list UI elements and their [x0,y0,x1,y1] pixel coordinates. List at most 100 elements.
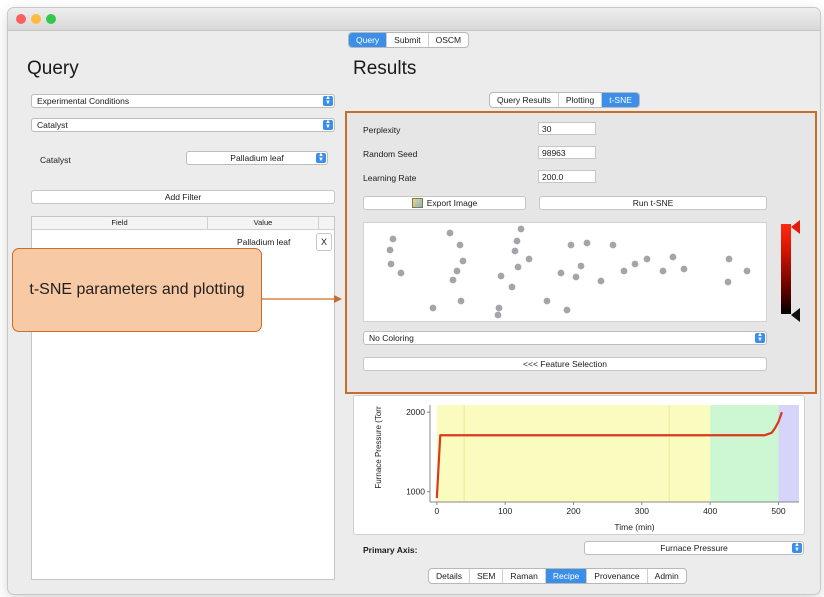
coloring-select-value: No Coloring [369,333,414,343]
minimize-window-button[interactable] [31,14,41,24]
condition-select-value: Experimental Conditions [37,96,130,106]
tsne-point [583,239,591,247]
x-tick-label: 500 [771,506,785,516]
column-header-value[interactable]: Value [208,218,318,227]
tsne-point [631,260,639,268]
phase-region [778,405,799,502]
random-seed-label: Random Seed [363,149,418,159]
coloring-select[interactable]: No Coloring ▲ ▼ [363,331,767,345]
filter-label: Catalyst [40,155,71,165]
tab-query-results[interactable]: Query Results [490,93,559,107]
run-tsne-button[interactable]: Run t-SNE [539,196,767,210]
tab-raman[interactable]: Raman [503,569,546,583]
chevron-updown-icon: ▲ ▼ [316,152,326,163]
x-tick-label: 200 [566,506,580,516]
tsne-point [511,247,519,255]
results-title: Results [353,58,417,79]
color-scale-bar [781,224,791,314]
title-bar [8,8,820,31]
pressure-chart[interactable]: 0 100 200 300 400 500 1000 2000 Time (min) Furnac… [354,396,804,534]
tab-submit[interactable]: Submit [387,33,429,47]
tab-provenance[interactable]: Provenance [587,569,648,583]
y-tick-label: 1000 [406,487,425,497]
tab-admin[interactable]: Admin [648,569,686,583]
tsne-point [508,283,516,291]
tab-tsne[interactable]: t-SNE [602,93,639,107]
random-seed-input[interactable]: 98963 [538,146,596,159]
chevron-updown-icon: ▲ ▼ [323,95,333,106]
perplexity-input[interactable]: 30 [538,122,596,135]
detail-tabs: Details SEM Raman Recipe Provenance Admi… [428,568,687,584]
tsne-point [517,225,525,233]
category-select[interactable]: Catalyst ▲ ▼ [31,118,335,132]
filter-value: Palladium leaf [230,153,284,163]
color-max-handle[interactable] [791,220,800,234]
tsne-point [513,237,521,245]
close-window-button[interactable] [16,14,26,24]
primary-axis-label: Primary Axis: [363,545,418,555]
table-header: Field Value [32,217,334,230]
tab-query[interactable]: Query [349,33,388,47]
chevron-updown-icon: ▲ ▼ [755,332,765,343]
learning-rate-label: Learning Rate [363,173,417,183]
learning-rate-input[interactable]: 200.0 [538,170,596,183]
tsne-point [514,263,522,271]
tsne-point [543,297,551,305]
primary-axis-value: Furnace Pressure [660,543,728,553]
tsne-scatter-svg [386,225,751,319]
tsne-point [724,278,732,286]
zoom-window-button[interactable] [46,14,56,24]
tsne-point [572,273,580,281]
export-image-button[interactable]: Export Image [363,196,526,210]
tsne-scatter-plot[interactable] [363,222,767,322]
tsne-point [643,255,651,263]
y-tick-label: 2000 [406,407,425,417]
tsne-point [743,267,751,275]
phase-region [710,405,779,502]
tsne-point [725,255,733,263]
remove-filter-button[interactable]: X [316,233,332,251]
feature-selection-button[interactable]: <<< Feature Selection [363,357,767,371]
tsne-point [577,262,585,270]
query-title: Query [27,58,79,79]
tsne-point [659,267,667,275]
tab-sem[interactable]: SEM [470,569,504,583]
export-image-label: Export Image [426,198,478,208]
image-export-icon [411,198,423,208]
x-tick-label: 0 [434,506,439,516]
tab-details[interactable]: Details [429,569,470,583]
tsne-point [563,306,571,314]
chevron-updown-icon: ▲ ▼ [792,542,802,553]
color-min-handle[interactable] [791,308,800,322]
tsne-point [446,229,454,237]
results-tabs: Query Results Plotting t-SNE [489,92,640,108]
annotation-callout: t-SNE parameters and plotting [12,248,262,332]
column-header-field[interactable]: Field [32,218,207,227]
tsne-point [457,297,465,305]
tab-oscm[interactable]: OSCM [429,33,468,47]
tsne-point [387,260,395,268]
primary-axis-select[interactable]: Furnace Pressure ▲ ▼ [584,541,804,555]
condition-select[interactable]: Experimental Conditions ▲ ▼ [31,94,335,108]
app-window: Query Submit OSCM Query Experimental Con… [8,8,820,594]
filter-value-select[interactable]: Palladium leaf ▲ ▼ [186,151,328,165]
tsne-point [389,235,397,243]
column-divider [318,217,319,229]
tsne-point [567,241,575,249]
tsne-point [557,269,565,277]
tab-plotting[interactable]: Plotting [559,93,603,107]
tsne-point [669,253,677,261]
tsne-point [680,265,688,273]
tsne-point [497,272,505,280]
tab-recipe[interactable]: Recipe [545,569,588,583]
tsne-point [459,257,467,265]
tsne-point [397,269,405,277]
pressure-chart-panel: 0 100 200 300 400 500 1000 2000 Time (min) Furnac… [353,395,805,535]
add-filter-button[interactable]: Add Filter [31,190,335,204]
x-tick-label: 400 [703,506,717,516]
tsne-point [453,267,461,275]
chevron-updown-icon: ▲ ▼ [323,119,333,130]
top-tabs: Query Submit OSCM [348,32,470,48]
tsne-point [494,311,502,319]
tsne-point [386,246,394,254]
